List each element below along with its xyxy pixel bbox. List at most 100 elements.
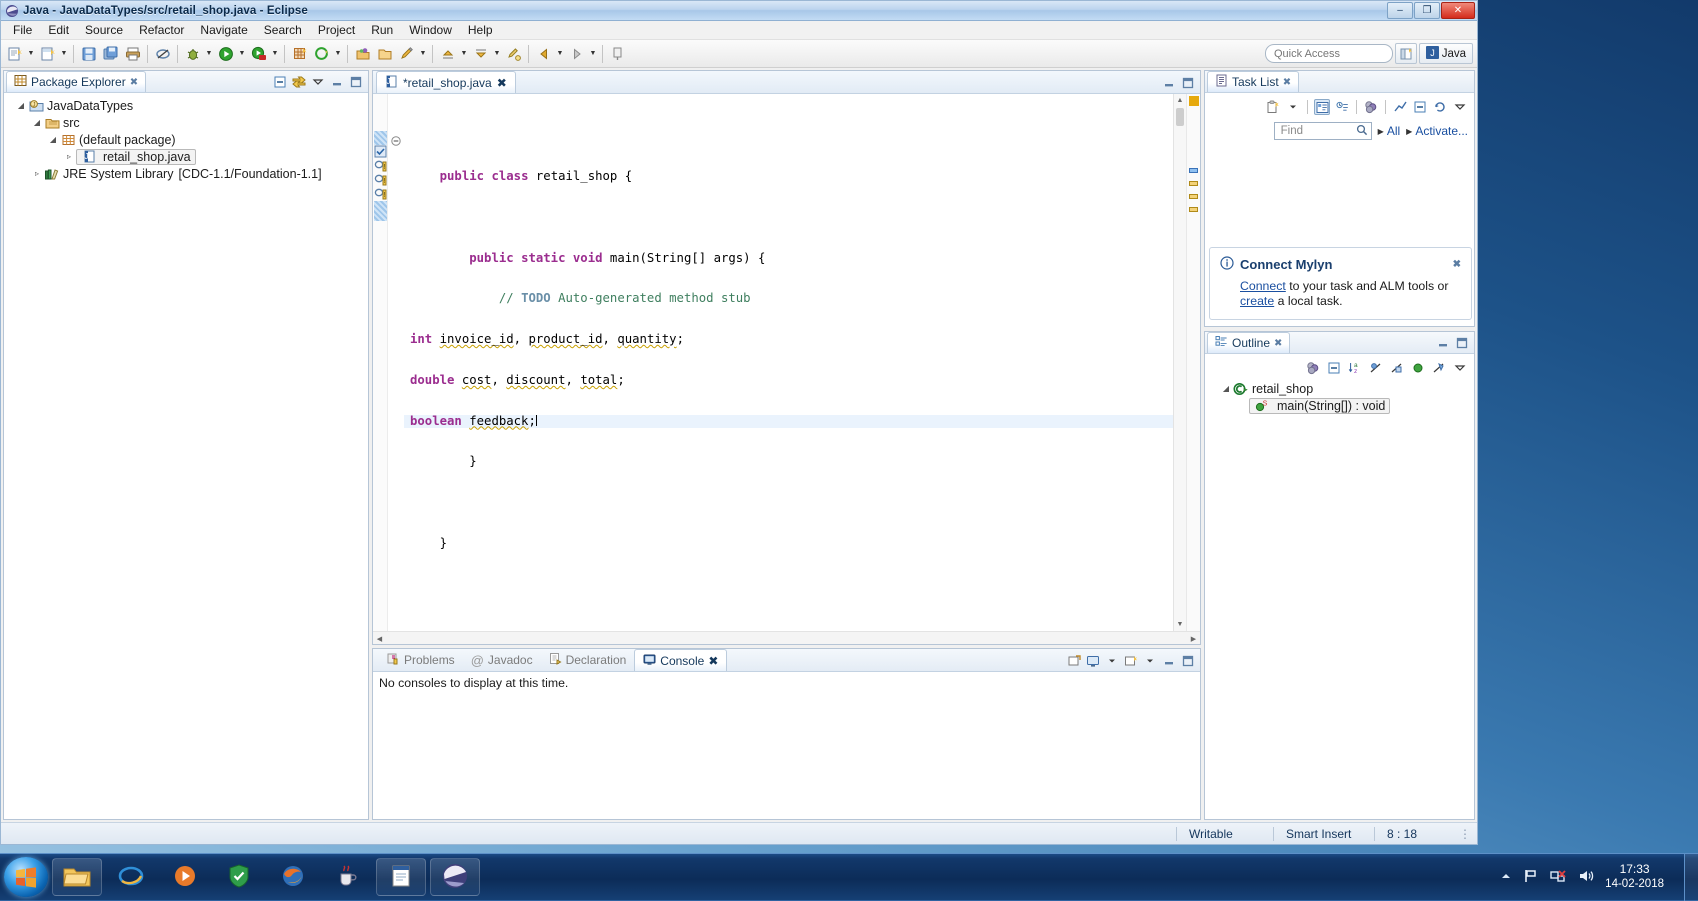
menu-item-help[interactable]: Help [460, 21, 501, 39]
run-coverage-dropdown-icon[interactable]: ▼ [270, 43, 280, 65]
expand-arrow-icon[interactable]: ▹ [62, 152, 76, 161]
menu-item-edit[interactable]: Edit [40, 21, 77, 39]
new-java-class-icon[interactable] [37, 43, 58, 65]
menu-item-source[interactable]: Source [77, 21, 131, 39]
restore-icon[interactable] [1432, 99, 1448, 115]
taskbar-eclipse[interactable] [430, 858, 480, 896]
show-hidden-icons-icon[interactable] [1499, 870, 1513, 885]
focus-workweek-icon[interactable] [1392, 99, 1408, 115]
print-icon[interactable] [122, 43, 143, 65]
quick-access-input[interactable]: Quick Access [1265, 44, 1393, 63]
collapse-all-icon[interactable] [272, 74, 288, 90]
hide-nonpublic-icon[interactable] [1410, 360, 1426, 376]
expand-arrow-icon[interactable]: ◢ [30, 118, 44, 127]
maximize-icon[interactable] [1180, 75, 1196, 91]
dropdown-icon[interactable] [1142, 653, 1158, 669]
close-icon[interactable]: ✖ [497, 76, 507, 90]
menu-item-project[interactable]: Project [310, 21, 363, 39]
taskbar-clock[interactable]: 17:33 14-02-2018 [1605, 862, 1672, 892]
show-desktop-button[interactable] [1684, 853, 1698, 901]
save-icon[interactable] [78, 43, 99, 65]
open-perspective-icon[interactable] [1394, 43, 1417, 64]
taskbar-java[interactable] [322, 858, 372, 896]
outline-item-retail-shop[interactable]: ◢ retail_shop [1205, 380, 1474, 397]
taskbar-antivirus[interactable] [214, 858, 264, 896]
scheduled-mode-icon[interactable] [1334, 99, 1350, 115]
open-task-icon[interactable] [352, 43, 373, 65]
tab-problems[interactable]: Problems [379, 649, 463, 671]
perspective-java-button[interactable]: J Java [1418, 43, 1473, 64]
tree-item-default-package[interactable]: ◢ (default package) [4, 131, 368, 148]
display-selected-console-icon[interactable] [1085, 653, 1101, 669]
overview-warning-marker[interactable] [1189, 181, 1198, 186]
maximize-icon[interactable] [1180, 653, 1196, 669]
overview-task-marker[interactable] [1189, 168, 1198, 173]
sort-icon[interactable]: az [1347, 360, 1363, 376]
taskbar-media-player[interactable] [160, 858, 210, 896]
expand-arrow-icon[interactable]: ◢ [46, 135, 60, 144]
tab-console[interactable]: Console ✖ [634, 649, 728, 671]
search-input[interactable]: Find [1273, 122, 1372, 140]
view-menu-icon[interactable] [310, 74, 326, 90]
outline-item-main-method[interactable]: S main(String[]) : void [1205, 397, 1474, 414]
warning-icon[interactable]: ! [374, 173, 387, 187]
minimize-icon[interactable] [1161, 75, 1177, 91]
maximize-button[interactable]: ❐ [1414, 2, 1440, 19]
warning-icon[interactable]: ! [374, 159, 387, 173]
network-disconnected-icon[interactable] [1549, 868, 1567, 887]
previous-annotation-dropdown-icon[interactable]: ▼ [459, 43, 469, 65]
toggle-markoccurrences-icon[interactable] [152, 43, 173, 65]
search-icon[interactable] [1356, 124, 1368, 139]
close-icon[interactable]: ✖ [708, 654, 718, 668]
menu-item-run[interactable]: Run [363, 21, 401, 39]
debug-icon[interactable] [182, 43, 203, 65]
scroll-up-icon[interactable]: ▲ [1174, 94, 1186, 107]
run-coverage-icon[interactable] [248, 43, 269, 65]
scroll-left-icon[interactable]: ◀ [373, 632, 386, 645]
filter-all[interactable]: ▶ All [1378, 124, 1401, 138]
new-java-class-dropdown-icon[interactable]: ▼ [59, 43, 69, 65]
task-todo-icon[interactable] [374, 145, 387, 159]
hide-local-types-icon[interactable] [1431, 360, 1447, 376]
categorized-mode-icon[interactable] [1314, 99, 1330, 115]
tab-outline[interactable]: Outline ✖ [1207, 332, 1291, 353]
overview-warning-marker[interactable] [1189, 207, 1198, 212]
back-icon[interactable] [533, 43, 554, 65]
scroll-right-icon[interactable]: ▶ [1187, 632, 1200, 645]
new-java-project-icon[interactable] [289, 43, 310, 65]
link-with-editor-icon[interactable] [291, 74, 307, 90]
taskbar-notepad-document[interactable] [376, 858, 426, 896]
new-wizard-dropdown-icon[interactable]: ▼ [26, 43, 36, 65]
tree-item-retail-shop-java[interactable]: ▹ J retail_shop.java [4, 148, 368, 165]
collapse-all-icon[interactable] [1412, 99, 1428, 115]
tree-item-javadatatypes[interactable]: ◢ J JavaDataTypes [4, 97, 368, 114]
fold-collapse-icon[interactable] [391, 134, 401, 149]
editor-vertical-scrollbar[interactable]: ▲ ▼ [1173, 94, 1186, 631]
expand-arrow-icon[interactable]: ◢ [1219, 384, 1233, 393]
view-menu-icon[interactable] [1452, 360, 1468, 376]
forward-icon[interactable] [566, 43, 587, 65]
scroll-down-icon[interactable]: ▼ [1174, 618, 1186, 631]
maximize-icon[interactable] [1454, 335, 1470, 351]
new-task-icon[interactable] [1265, 99, 1281, 115]
tab-task-list[interactable]: Task List ✖ [1207, 71, 1300, 92]
menu-item-refactor[interactable]: Refactor [131, 21, 192, 39]
open-resource-icon[interactable] [374, 43, 395, 65]
close-icon[interactable]: ✖ [1283, 77, 1291, 88]
annotation-ruler[interactable]: ! ! ! [373, 94, 388, 631]
open-type-icon[interactable] [311, 43, 332, 65]
tab-declaration[interactable]: Declaration [541, 649, 635, 671]
overview-ruler[interactable] [1186, 94, 1200, 631]
focus-on-active-task-icon[interactable] [1305, 360, 1321, 376]
console-output[interactable]: No consoles to display at this time. [373, 672, 1200, 819]
new-wizard-icon[interactable] [4, 43, 25, 65]
minimize-button[interactable]: – [1387, 2, 1413, 19]
forward-dropdown-icon[interactable]: ▼ [588, 43, 598, 65]
open-console-icon[interactable] [1066, 653, 1082, 669]
menu-item-window[interactable]: Window [401, 21, 460, 39]
open-type-dropdown-icon[interactable]: ▼ [333, 43, 343, 65]
tab-retail-shop-java[interactable]: J *retail_shop.java ✖ [376, 71, 516, 93]
dropdown-icon[interactable] [1104, 653, 1120, 669]
next-annotation-icon[interactable] [470, 43, 491, 65]
tab-javadoc[interactable]: @ Javadoc [463, 649, 541, 671]
